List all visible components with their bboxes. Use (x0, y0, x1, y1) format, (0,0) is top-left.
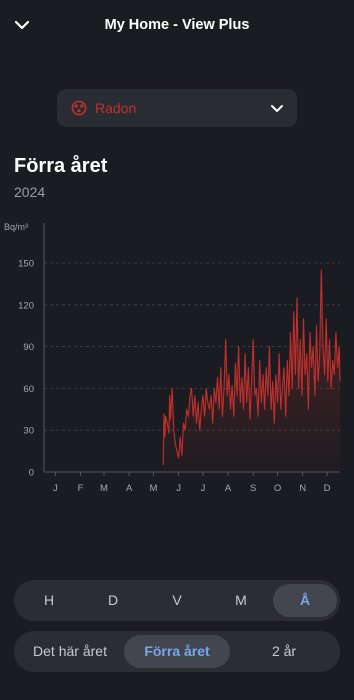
tab-last-year[interactable]: Förra året (124, 635, 230, 668)
tab-hour[interactable]: H (17, 584, 81, 617)
sensor-label: Radon (95, 100, 137, 116)
top-bar: My Home - View Plus (0, 0, 354, 50)
y-tick-label: 150 (18, 259, 34, 270)
y-tick-label: 120 (18, 300, 34, 311)
tab-this-year[interactable]: Det här året (18, 635, 122, 668)
x-tick-label: A (225, 483, 232, 494)
x-tick-label: A (126, 483, 133, 494)
x-tick-label: D (324, 483, 331, 494)
x-tick-label: M (100, 483, 108, 494)
tab-year[interactable]: Å (273, 584, 337, 617)
y-tick-label: 90 (23, 342, 34, 353)
x-tick-label: J (201, 483, 206, 494)
radon-icon (71, 100, 87, 116)
x-tick-label: N (299, 483, 306, 494)
x-tick-label: J (53, 483, 58, 494)
chevron-down-icon (269, 100, 285, 116)
x-tick-label: M (150, 483, 158, 494)
range-tabs: Det här året Förra året 2 år (14, 631, 340, 672)
tab-day[interactable]: D (81, 584, 145, 617)
x-tick-label: O (274, 483, 281, 494)
y-tick-label: 60 (23, 384, 34, 395)
tab-month[interactable]: M (209, 584, 273, 617)
period-title: Förra året (14, 155, 108, 177)
tab-week[interactable]: V (145, 584, 209, 617)
radon-chart: 0 30 60 90 120 150 J F M A M J J A S O N D Bq/m³ (4, 222, 341, 494)
sensor-selector-dropdown[interactable]: Radon (57, 89, 297, 127)
y-tick-label: 30 (23, 426, 34, 437)
x-tick-label: J (176, 483, 181, 494)
y-axis-unit-label: Bq/m³ (4, 222, 28, 232)
page-title: My Home - View Plus (104, 17, 250, 33)
resolution-tabs: H D V M Å (14, 580, 340, 621)
x-tick-label: S (250, 483, 256, 494)
tab-two-years[interactable]: 2 år (232, 635, 336, 668)
y-tick-label: 0 (29, 468, 34, 479)
x-tick-label: F (78, 483, 84, 494)
period-year: 2024 (14, 184, 46, 200)
